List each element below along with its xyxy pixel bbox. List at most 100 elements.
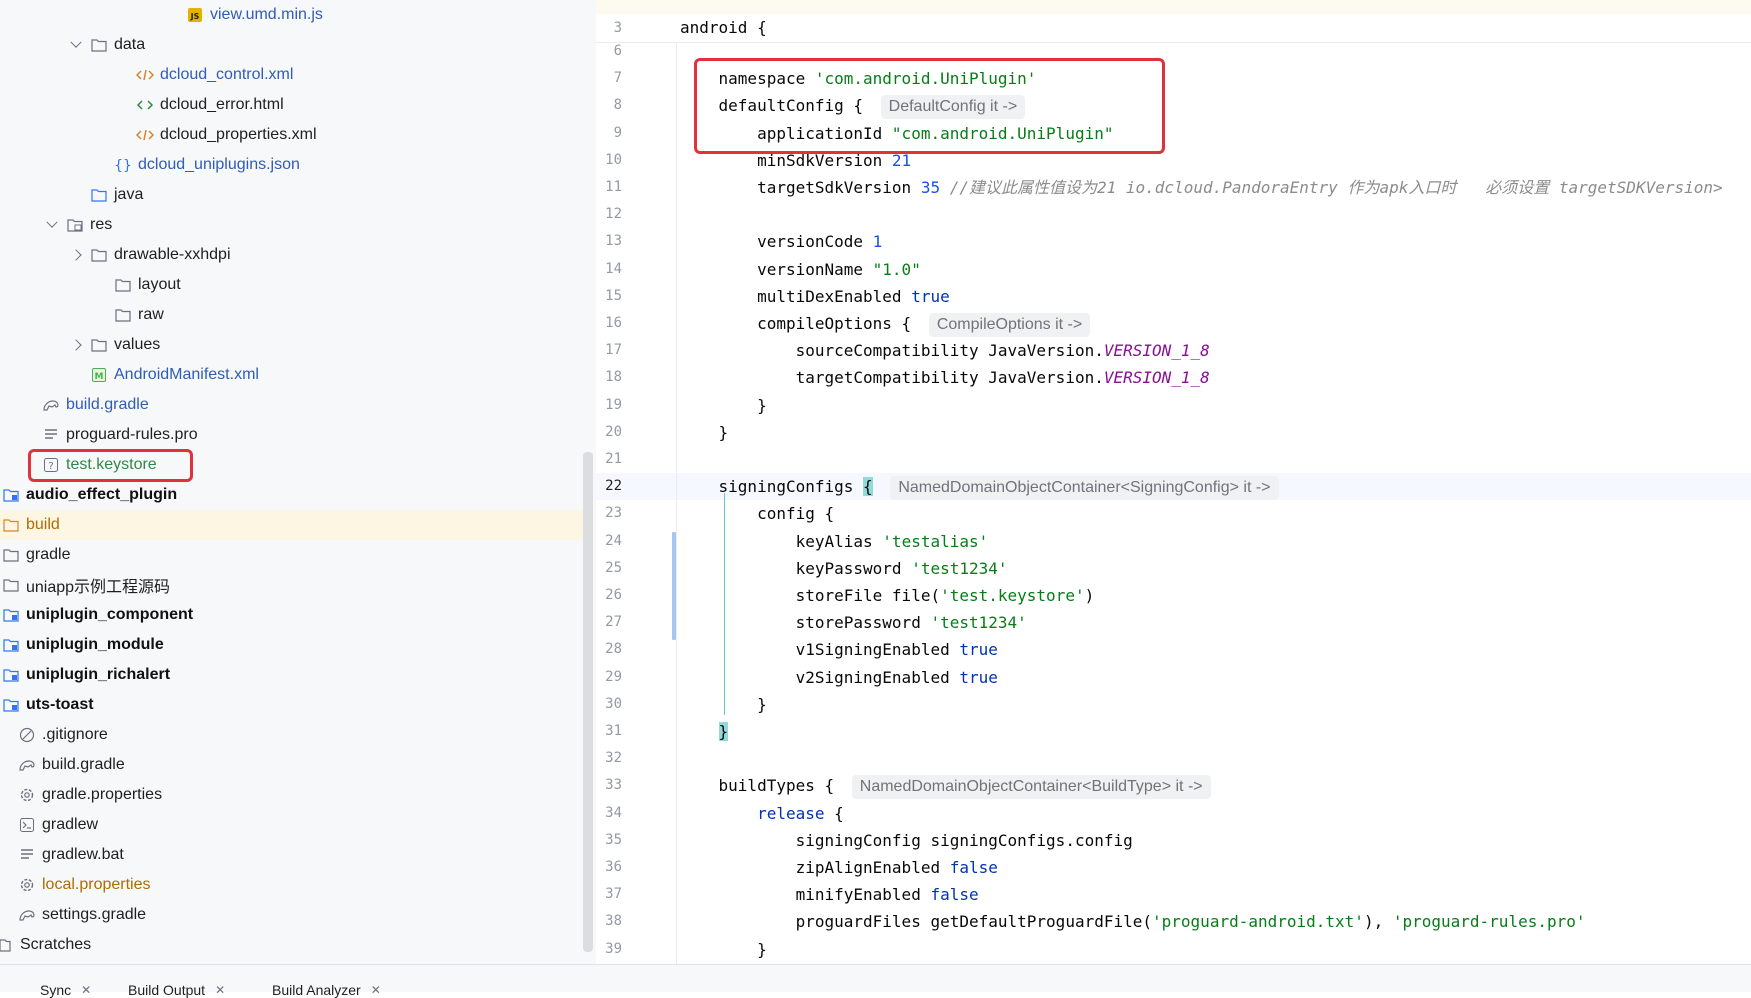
code-line[interactable]: 39 } [596, 936, 1751, 963]
code-line[interactable]: 19 } [596, 392, 1751, 419]
line-number[interactable]: 27 [596, 609, 622, 636]
tree-item[interactable]: uniplugin_module [0, 630, 585, 660]
code-line[interactable]: 14 versionName "1.0" [596, 256, 1751, 283]
line-number[interactable]: 24 [596, 528, 622, 555]
tree-scrollbar-thumb[interactable] [583, 452, 593, 952]
line-number[interactable]: 26 [596, 582, 622, 609]
sticky-scope-header[interactable]: 3 android { [596, 0, 1751, 43]
line-number[interactable]: 33 [596, 772, 622, 799]
line-number[interactable]: 13 [596, 228, 622, 255]
tree-item[interactable]: .gitignore [0, 720, 585, 750]
chevron-down-icon[interactable] [70, 36, 82, 48]
tree-item[interactable]: {} dcloud_uniplugins.json [0, 150, 585, 180]
code-line[interactable]: 29 v2SigningEnabled true [596, 664, 1751, 691]
code-line[interactable]: 11 targetSdkVersion 35 //建议此属性值设为21 io.d… [596, 174, 1751, 201]
project-tree-panel[interactable]: JS view.umd.min.js data dcloud_control.xml d… [0, 0, 596, 964]
tool-window-tab[interactable]: Sync ✕ [40, 982, 91, 998]
tree-item[interactable]: gradle.properties [0, 780, 585, 810]
code-line[interactable]: 36 zipAlignEnabled false [596, 854, 1751, 881]
tree-item[interactable]: drawable-xxhdpi [0, 240, 585, 270]
code-line[interactable]: 31 } [596, 718, 1751, 745]
code-line[interactable]: 28 v1SigningEnabled true [596, 636, 1751, 663]
line-number[interactable]: 17 [596, 337, 622, 364]
line-number[interactable]: 14 [596, 256, 622, 283]
tree-item[interactable]: layout [0, 270, 585, 300]
chevron-right-icon[interactable] [70, 339, 82, 351]
close-icon[interactable]: ✕ [215, 983, 225, 997]
chevron-right-icon[interactable] [70, 249, 82, 261]
tree-item[interactable]: uniapp示例工程源码 [0, 570, 585, 600]
code-line[interactable]: 24 keyAlias 'testalias' [596, 528, 1751, 555]
line-number[interactable]: 15 [596, 283, 622, 310]
line-number[interactable]: 29 [596, 664, 622, 691]
line-number[interactable]: 32 [596, 745, 622, 772]
tree-item[interactable]: settings.gradle [0, 900, 585, 930]
code-line[interactable]: 35 signingConfig signingConfigs.config [596, 827, 1751, 854]
line-number[interactable]: 23 [596, 500, 622, 527]
close-icon[interactable]: ✕ [81, 983, 91, 997]
line-number[interactable]: 21 [596, 446, 622, 473]
tree-item[interactable]: gradlew.bat [0, 840, 585, 870]
code-line[interactable]: 33 buildTypes { NamedDomainObjectContain… [596, 772, 1751, 800]
vcs-change-marker[interactable] [672, 532, 676, 640]
code-editor[interactable]: 67 namespace 'com.android.UniPlugin'8 de… [596, 0, 1751, 964]
tree-item[interactable]: raw [0, 300, 585, 330]
tree-item[interactable]: values [0, 330, 585, 360]
line-number[interactable]: 39 [596, 936, 622, 963]
code-line[interactable]: 12 [596, 201, 1751, 228]
code-line[interactable]: 21 [596, 446, 1751, 473]
tree-item[interactable]: data [0, 30, 585, 60]
line-number[interactable]: 18 [596, 364, 622, 391]
code-line[interactable]: 32 [596, 745, 1751, 772]
line-number[interactable]: 25 [596, 555, 622, 582]
line-number[interactable]: 31 [596, 718, 622, 745]
code-line[interactable]: 34 release { [596, 800, 1751, 827]
code-line[interactable]: 16 compileOptions { CompileOptions it -> [596, 310, 1751, 337]
tree-item[interactable]: audio_effect_plugin [0, 480, 585, 510]
code-line[interactable]: 20 } [596, 419, 1751, 446]
tree-item[interactable]: Scratches [0, 930, 585, 960]
tree-item[interactable]: build [0, 510, 585, 540]
tree-item[interactable]: build.gradle [0, 750, 585, 780]
code-line[interactable]: 23 config { [596, 500, 1751, 527]
code-line[interactable]: 26 storeFile file('test.keystore') [596, 582, 1751, 609]
code-line[interactable]: 22 signingConfigs { NamedDomainObjectCon… [596, 473, 1751, 501]
code-line[interactable]: 17 sourceCompatibility JavaVersion.VERSI… [596, 337, 1751, 364]
line-number[interactable]: 30 [596, 691, 622, 718]
code-line[interactable]: 25 keyPassword 'test1234' [596, 555, 1751, 582]
code-line[interactable]: 15 multiDexEnabled true [596, 283, 1751, 310]
tool-window-tab[interactable]: Build Analyzer ✕ [272, 982, 381, 998]
line-number[interactable]: 16 [596, 310, 622, 337]
tool-window-tab[interactable]: Build Output ✕ [128, 982, 225, 998]
tree-item[interactable]: gradlew [0, 810, 585, 840]
line-number[interactable]: 35 [596, 827, 622, 854]
tree-item[interactable]: dcloud_error.html [0, 90, 585, 120]
code-line[interactable]: 30 } [596, 691, 1751, 718]
tree-item[interactable]: res [0, 210, 585, 240]
code-line[interactable]: 37 minifyEnabled false [596, 881, 1751, 908]
code-line[interactable]: 27 storePassword 'test1234' [596, 609, 1751, 636]
code-line[interactable]: 38 proguardFiles getDefaultProguardFile(… [596, 908, 1751, 935]
line-number[interactable]: 34 [596, 800, 622, 827]
tree-item[interactable]: local.properties [0, 870, 585, 900]
tree-item[interactable]: java [0, 180, 585, 210]
line-number[interactable]: 20 [596, 419, 622, 446]
line-number[interactable]: 38 [596, 908, 622, 935]
tree-item[interactable]: gradle [0, 540, 585, 570]
tree-item[interactable]: uniplugin_component [0, 600, 585, 630]
close-icon[interactable]: ✕ [371, 983, 381, 997]
chevron-down-icon[interactable] [46, 216, 58, 228]
line-number[interactable]: 36 [596, 854, 622, 881]
tree-item[interactable]: build.gradle [0, 390, 585, 420]
code-line[interactable]: 18 targetCompatibility JavaVersion.VERSI… [596, 364, 1751, 391]
line-number[interactable]: 19 [596, 392, 622, 419]
tree-item[interactable]: dcloud_properties.xml [0, 120, 585, 150]
tree-item[interactable]: proguard-rules.pro [0, 420, 585, 450]
tree-item[interactable]: JS view.umd.min.js [0, 0, 585, 30]
code-line[interactable]: 13 versionCode 1 [596, 228, 1751, 255]
tree-item[interactable]: uniplugin_richalert [0, 660, 585, 690]
tree-item[interactable]: M AndroidManifest.xml [0, 360, 585, 390]
tree-item[interactable]: dcloud_control.xml [0, 60, 585, 90]
line-number[interactable]: 37 [596, 881, 622, 908]
line-number[interactable]: 28 [596, 636, 622, 663]
